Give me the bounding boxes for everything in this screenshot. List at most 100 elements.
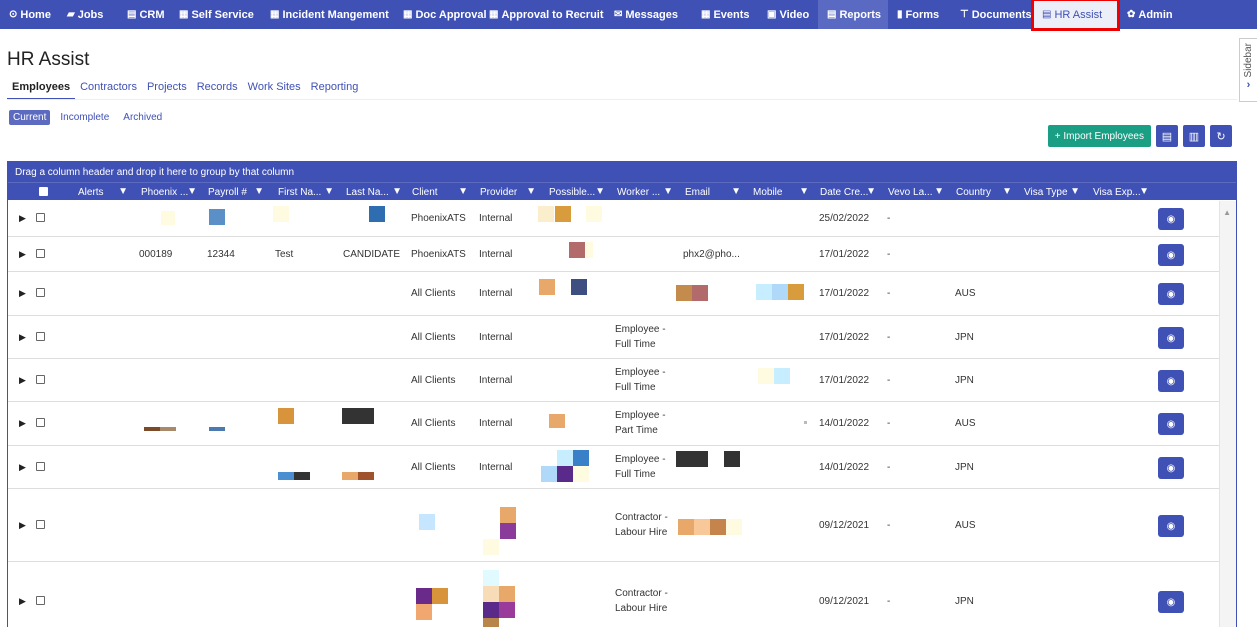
filter-icon[interactable]: ▼ [799, 186, 809, 197]
column-header-12[interactable]: Vevo La... ▼ [888, 183, 948, 201]
column-header-15[interactable]: Visa Exp... ▼ [1093, 183, 1153, 201]
nav-incident-mangement[interactable]: ▦ Incident Mangement [261, 0, 394, 29]
column-header-13[interactable]: Country ▼ [956, 183, 1016, 201]
table-row[interactable]: ▶ All Clients Internal 14/01/2022 - JPN Employ… [8, 446, 1220, 489]
row-checkbox[interactable] [36, 375, 45, 384]
tab-employees[interactable]: Employees [7, 81, 76, 100]
scroll-up-icon[interactable]: ▲ [1223, 208, 1231, 217]
subtab-incomplete[interactable]: Incomplete [56, 110, 113, 125]
filter-icon[interactable]: ▼ [731, 186, 741, 197]
row-checkbox[interactable] [36, 596, 45, 605]
subtab-current[interactable]: Current [9, 110, 51, 125]
nav-jobs[interactable]: ▰ Jobs [58, 0, 118, 29]
camera-icon[interactable]: ◉ [1158, 208, 1184, 230]
nav-messages[interactable]: ✉ Messages [605, 0, 692, 29]
filter-icon[interactable]: ▼ [1139, 186, 1149, 197]
table-row[interactable]: ▶ All Clients Internal 17/01/2022 - AUS ◉ [8, 272, 1220, 316]
expand-row-icon[interactable]: ▶ [19, 249, 26, 260]
row-checkbox[interactable] [36, 249, 45, 258]
filter-icon[interactable]: ▼ [934, 186, 944, 197]
nav-forms[interactable]: ▮ Forms [888, 0, 951, 29]
group-drop-zone[interactable]: Drag a column header and drop it here to… [8, 162, 1236, 182]
row-checkbox[interactable] [36, 332, 45, 341]
expand-row-icon[interactable]: ▶ [19, 375, 26, 386]
column-header-8[interactable]: Worker ... ▼ [617, 183, 677, 201]
column-header-0[interactable]: Alerts ▼ [78, 183, 132, 201]
filter-icon[interactable]: ▼ [1002, 186, 1012, 197]
table-row[interactable]: ▶ All Clients Internal 17/01/2022 - JPN Employ… [8, 316, 1220, 359]
row-checkbox[interactable] [36, 520, 45, 529]
subtab-archived[interactable]: Archived [119, 110, 166, 125]
table-row[interactable]: ▶ All Clients Internal 17/01/2022 - JPN Employ… [8, 359, 1220, 402]
table-row[interactable]: ▶ 000189 12344 Test CANDIDATE PhoenixATS Inter… [8, 237, 1220, 272]
filter-icon[interactable]: ▼ [254, 186, 264, 197]
expand-row-icon[interactable]: ▶ [19, 462, 26, 473]
column-header-11[interactable]: Date Cre... ▼ [820, 183, 880, 201]
camera-icon[interactable]: ◉ [1158, 370, 1184, 392]
nav-crm[interactable]: ▤ CRM [118, 0, 170, 29]
nav-doc-approval[interactable]: ▦ Doc Approval [394, 0, 487, 29]
column-header-10[interactable]: Mobile ▼ [753, 183, 813, 201]
camera-icon[interactable]: ◉ [1158, 591, 1184, 613]
camera-icon[interactable]: ◉ [1158, 413, 1184, 435]
camera-icon[interactable]: ◉ [1158, 283, 1184, 305]
nav-hr-assist[interactable]: ▤ HR Assist [1031, 0, 1120, 31]
camera-icon[interactable]: ◉ [1158, 457, 1184, 479]
column-header-2[interactable]: Payroll # ▼ [208, 183, 268, 201]
row-checkbox[interactable] [36, 213, 45, 222]
nav-approval-to-recruit[interactable]: ▦ Approval to Recruit [480, 0, 605, 29]
column-header-4[interactable]: Last Na... ▼ [346, 183, 406, 201]
filter-icon[interactable]: ▼ [324, 186, 334, 197]
import-employees-button[interactable]: + Import Employees [1047, 125, 1151, 147]
expand-row-icon[interactable]: ▶ [19, 418, 26, 429]
table-row[interactable]: ▶ PhoenixATS Internal 25/02/2022 - ◉ [8, 201, 1220, 237]
filter-icon[interactable]: ▼ [118, 186, 128, 197]
nav-documents[interactable]: ⊤ Documents [951, 0, 1033, 29]
select-all-checkbox[interactable] [39, 187, 48, 196]
export-excel-icon[interactable]: ▤ [1156, 125, 1178, 147]
row-checkbox[interactable] [36, 418, 45, 427]
filter-icon[interactable]: ▼ [187, 186, 197, 197]
camera-icon[interactable]: ◉ [1158, 327, 1184, 349]
column-header-1[interactable]: Phoenix ... ▼ [141, 183, 201, 201]
nav-admin[interactable]: ✿ Admin [1118, 0, 1178, 29]
tab-contractors[interactable]: Contractors [75, 81, 142, 100]
nav-self-service[interactable]: ▦ Self Service [170, 0, 261, 29]
column-header-14[interactable]: Visa Type ▼ [1024, 183, 1084, 201]
expand-row-icon[interactable]: ▶ [19, 596, 26, 607]
table-row[interactable]: ▶ 09/12/2021 - JPN Contractor - Labour Hire ◉ [8, 562, 1220, 627]
expand-row-icon[interactable]: ▶ [19, 332, 26, 343]
column-header-6[interactable]: Provider ▼ [480, 183, 540, 201]
vertical-scrollbar[interactable] [1219, 201, 1236, 627]
column-header-9[interactable]: Email ▼ [685, 183, 745, 201]
column-header-7[interactable]: Possible... ▼ [549, 183, 609, 201]
refresh-icon[interactable]: ↻ [1210, 125, 1232, 147]
nav-events[interactable]: ▦ Events [692, 0, 758, 29]
table-row[interactable]: ▶ All Clients Internal 14/01/2022 - AUS Employ… [8, 402, 1220, 446]
expand-row-icon[interactable]: ▶ [19, 288, 26, 299]
nav-home[interactable]: ⊙ Home [0, 0, 58, 29]
filter-icon[interactable]: ▼ [595, 186, 605, 197]
tab-records[interactable]: Records [192, 81, 243, 100]
camera-icon[interactable]: ◉ [1158, 515, 1184, 537]
filter-icon[interactable]: ▼ [1070, 186, 1080, 197]
filter-icon[interactable]: ▼ [526, 186, 536, 197]
camera-icon[interactable]: ◉ [1158, 244, 1184, 266]
row-checkbox[interactable] [36, 462, 45, 471]
filter-icon[interactable]: ▼ [392, 186, 402, 197]
filter-icon[interactable]: ▼ [458, 186, 468, 197]
expand-row-icon[interactable]: ▶ [19, 520, 26, 531]
row-checkbox[interactable] [36, 288, 45, 297]
filter-icon[interactable]: ▼ [663, 186, 673, 197]
filter-icon[interactable]: ▼ [866, 186, 876, 197]
sidebar-toggle[interactable]: Sidebar › [1239, 38, 1257, 102]
table-row[interactable]: ▶ 09/12/2021 - AUS Contractor - Labour Hire ◉ [8, 489, 1220, 562]
nav-reports[interactable]: ▤ Reports [818, 0, 888, 29]
tab-work-sites[interactable]: Work Sites [243, 81, 306, 100]
tab-reporting[interactable]: Reporting [306, 81, 364, 100]
nav-video[interactable]: ▣ Video [758, 0, 818, 29]
expand-row-icon[interactable]: ▶ [19, 213, 26, 224]
column-header-5[interactable]: Client ▼ [412, 183, 472, 201]
column-header-3[interactable]: First Na... ▼ [278, 183, 338, 201]
tab-projects[interactable]: Projects [142, 81, 192, 100]
